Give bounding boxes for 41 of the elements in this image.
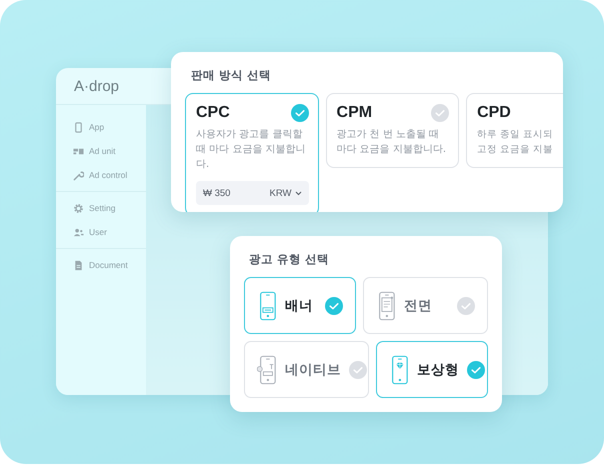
sidebar-item[interactable]: Ad control [56,163,146,187]
sidebar-item[interactable]: Setting [56,196,146,220]
ad-type-card[interactable]: 전면 [363,277,488,334]
sidebar-item[interactable]: Document [56,253,146,277]
ad-type-label: 배너 [285,296,314,314]
option-name: CPD [477,104,511,122]
phone-icon [73,122,84,132]
phone-icon [257,290,277,320]
sidebar-item[interactable]: App [56,115,146,139]
ad-type-card[interactable]: 네이티브 [244,341,369,398]
option-card[interactable]: CPC 사용자가 광고를 클릭할 때 마다 요금을 지불합니다. ₩ 350 KRW [185,93,319,212]
check-icon[interactable] [349,360,367,378]
panel-title: 광고 유형 선택 [249,252,330,267]
option-description: 하루 종일 표시되 고정 요금을 지불 [477,128,554,157]
option-name: CPM [336,104,372,122]
phone-icon [376,290,396,320]
panel-title: 판매 방식 선택 [191,68,272,83]
document-icon [73,260,84,270]
ad-type-label: 네이티브 [285,360,341,378]
ad-type-label: 보상형 [417,360,459,378]
ad-type-label: 전면 [404,296,433,314]
ad-type-card[interactable]: 보상형 [376,341,488,398]
caret-icon [294,190,302,196]
users-icon [73,226,84,238]
ad-type-card[interactable]: 배너 [244,277,356,334]
check-icon[interactable] [325,296,343,314]
check-icon[interactable] [457,296,475,314]
option-card[interactable]: CPD 하루 종일 표시되 고정 요금을 지불 [466,93,563,168]
option-description: 사용자가 광고를 클릭할 때 마다 요금을 지불합니다. [196,128,307,172]
phone-icon [257,354,277,384]
price-field[interactable]: ₩ 350 KRW [196,181,309,205]
sidebar-item[interactable]: User [56,220,146,244]
option-name: CPC [196,104,230,122]
sidebar-item[interactable]: Ad unit [56,139,146,163]
check-icon[interactable] [290,104,309,122]
option-card[interactable]: CPM 광고가 천 번 노출될 때마다 요금을 지불합니다. [326,93,460,168]
option-description: 광고가 천 번 노출될 때마다 요금을 지불합니다. [336,128,448,157]
check-icon[interactable] [467,360,485,378]
phone-icon [389,354,409,384]
check-icon[interactable] [431,104,450,122]
gear-icon [73,202,84,214]
